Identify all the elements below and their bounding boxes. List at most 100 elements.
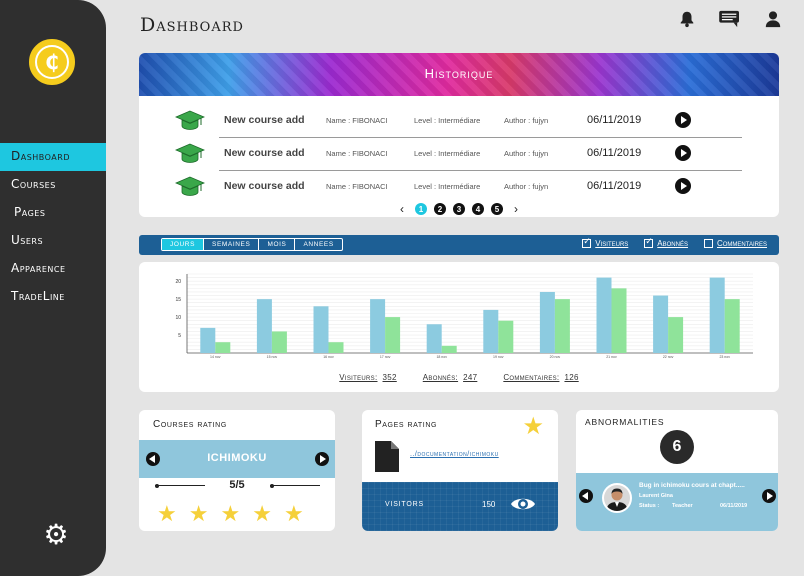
total-visiteurs: Visiteurs: 352 [339, 373, 396, 382]
coin-icon: ₵ [35, 45, 69, 79]
abnormality-date: 06/11/2019 [720, 503, 748, 509]
star-icon[interactable]: ★ [220, 503, 240, 525]
sidebar-item-apparence[interactable]: Apparence [0, 255, 106, 283]
bar-visiteurs [483, 309, 499, 353]
logo[interactable]: ₵ [29, 39, 75, 85]
eye-icon[interactable] [510, 494, 536, 514]
tab-jours[interactable]: Jours [162, 239, 205, 250]
chart-totals: Visiteurs: 352 Abonnés: 247 Commentaires: 1… [139, 373, 779, 382]
x-tick-label: 19 nov [493, 355, 504, 359]
page-3-button[interactable]: 3 [453, 203, 465, 215]
visitors-value: 150 [482, 500, 496, 509]
total-label: Visiteurs: [339, 373, 378, 382]
sidebar-item-pages[interactable]: Pages [0, 199, 106, 227]
graduation-cap-icon [175, 143, 205, 163]
bar-visiteurs [313, 306, 329, 353]
historique-title: Historique [424, 66, 494, 81]
bar-visiteurs [653, 295, 669, 353]
history-date: 06/11/2019 [587, 147, 642, 159]
star-icon[interactable]: ★ [252, 503, 272, 525]
page-4-button[interactable]: 4 [472, 203, 484, 215]
x-tick-label: 15 nov [267, 355, 278, 359]
total-abonnes: Abonnés: 247 [423, 373, 478, 382]
bar-abonnés [441, 345, 457, 353]
prev-page-button[interactable]: ‹ [396, 202, 408, 216]
tab-mois[interactable]: Mois [259, 239, 296, 250]
page-title: Dashboard [140, 14, 244, 36]
next-abnormality-button[interactable] [762, 489, 776, 503]
visitors-label: visitors [385, 501, 424, 508]
play-icon[interactable] [675, 178, 691, 194]
y-tick-label: 10 [175, 315, 181, 321]
star-icon[interactable]: ★ [189, 503, 209, 525]
play-icon[interactable] [675, 112, 691, 128]
period-tabs: Jours Semaines Mois Annees [161, 238, 343, 251]
graduation-cap-icon [175, 110, 205, 130]
history-name: Name : FIBONACI [326, 148, 388, 158]
x-tick-label: 18 nov [436, 355, 447, 359]
star-rating: ★ ★ ★ ★ ★ [157, 503, 304, 525]
total-value: 126 [564, 373, 579, 382]
page-2-button[interactable]: 2 [434, 203, 446, 215]
page-link[interactable]: ../documentation/ichimoku [410, 451, 499, 458]
pages-rating-title: Pages rating [375, 419, 438, 430]
checkbox-visiteurs[interactable]: Visiteurs [582, 236, 628, 248]
user-icon[interactable] [764, 10, 782, 28]
chat-icon[interactable] [718, 10, 742, 28]
bell-icon[interactable] [678, 10, 696, 28]
checkbox-icon[interactable] [703, 239, 713, 248]
tab-semaines[interactable]: Semaines [204, 239, 260, 250]
history-author: Author : fujyn [504, 115, 549, 125]
tab-annees[interactable]: Annees [295, 239, 341, 250]
bar-abonnés [328, 342, 344, 353]
bar-abonnés [668, 317, 684, 353]
history-title: New course add [224, 114, 305, 126]
sidebar-item-dashboard[interactable]: Dashboard [0, 143, 106, 171]
x-tick-label: 21 nov [606, 355, 617, 359]
checkbox-abonnes[interactable]: Abonnés [644, 236, 688, 248]
total-value: 352 [382, 373, 397, 382]
star-icon[interactable]: ★ [522, 412, 544, 441]
history-author: Author : fujyn [504, 148, 549, 158]
total-value: 247 [463, 373, 478, 382]
sidebar-item-users[interactable]: Users [0, 227, 106, 255]
bar-visiteurs [539, 291, 555, 353]
checkbox-label: Abonnés [657, 239, 688, 248]
y-tick-label: 5 [178, 333, 181, 339]
visitors-band: visitors 150 [362, 482, 558, 531]
play-icon[interactable] [675, 145, 691, 161]
checkbox-commentaires[interactable]: Commentaires [703, 239, 767, 248]
gear-icon[interactable]: ⚙ [43, 521, 68, 549]
sidebar-item-tradeline[interactable]: TradeLine [0, 283, 106, 311]
sidebar-item-courses[interactable]: Courses [0, 171, 106, 199]
abnormality-item: Bug in ichimoku cours at chapt..... Laur… [576, 473, 778, 531]
checkbox-icon[interactable] [582, 236, 592, 248]
star-icon[interactable]: ★ [157, 503, 177, 525]
stats-chart-card: 5 10 15 20 14 nov 15 nov 16 nov 17 nov 18 nov 19 … [139, 262, 779, 392]
historique-card: Historique New course add Name : FIBONAC… [139, 53, 779, 217]
y-tick-label: 20 [175, 279, 181, 285]
page-1-button[interactable]: 1 [415, 203, 427, 215]
list-item: New course add Name : FIBONACI Level : I… [175, 171, 741, 201]
course-selector: ICHIMOKU [139, 440, 335, 478]
sidebar-nav: Dashboard Courses Pages Users Apparence … [0, 143, 106, 311]
bar-abonnés [554, 299, 570, 353]
checkbox-icon[interactable] [644, 236, 654, 248]
bar-visiteurs [370, 299, 386, 353]
checkbox-label: Commentaires [716, 239, 767, 248]
page-5-button[interactable]: 5 [491, 203, 503, 215]
next-page-button[interactable]: › [510, 202, 522, 216]
prev-abnormality-button[interactable] [579, 489, 593, 503]
avatar [602, 483, 632, 513]
star-icon[interactable]: ★ [284, 503, 304, 525]
history-level: Level : Intermédiare [414, 148, 481, 158]
courses-rating-title: Courses rating [153, 419, 227, 430]
next-course-button[interactable] [315, 452, 329, 466]
bar-abonnés [724, 299, 740, 353]
bar-visiteurs [426, 324, 442, 353]
total-label: Abonnés: [422, 373, 459, 382]
pagination: ‹ 1 2 3 4 5 › [139, 202, 779, 216]
bar-visiteurs [200, 327, 216, 353]
x-tick-label: 17 nov [380, 355, 391, 359]
courses-rating-card: Courses rating ICHIMOKU 5/5 ★ ★ ★ ★ ★ [139, 410, 335, 531]
